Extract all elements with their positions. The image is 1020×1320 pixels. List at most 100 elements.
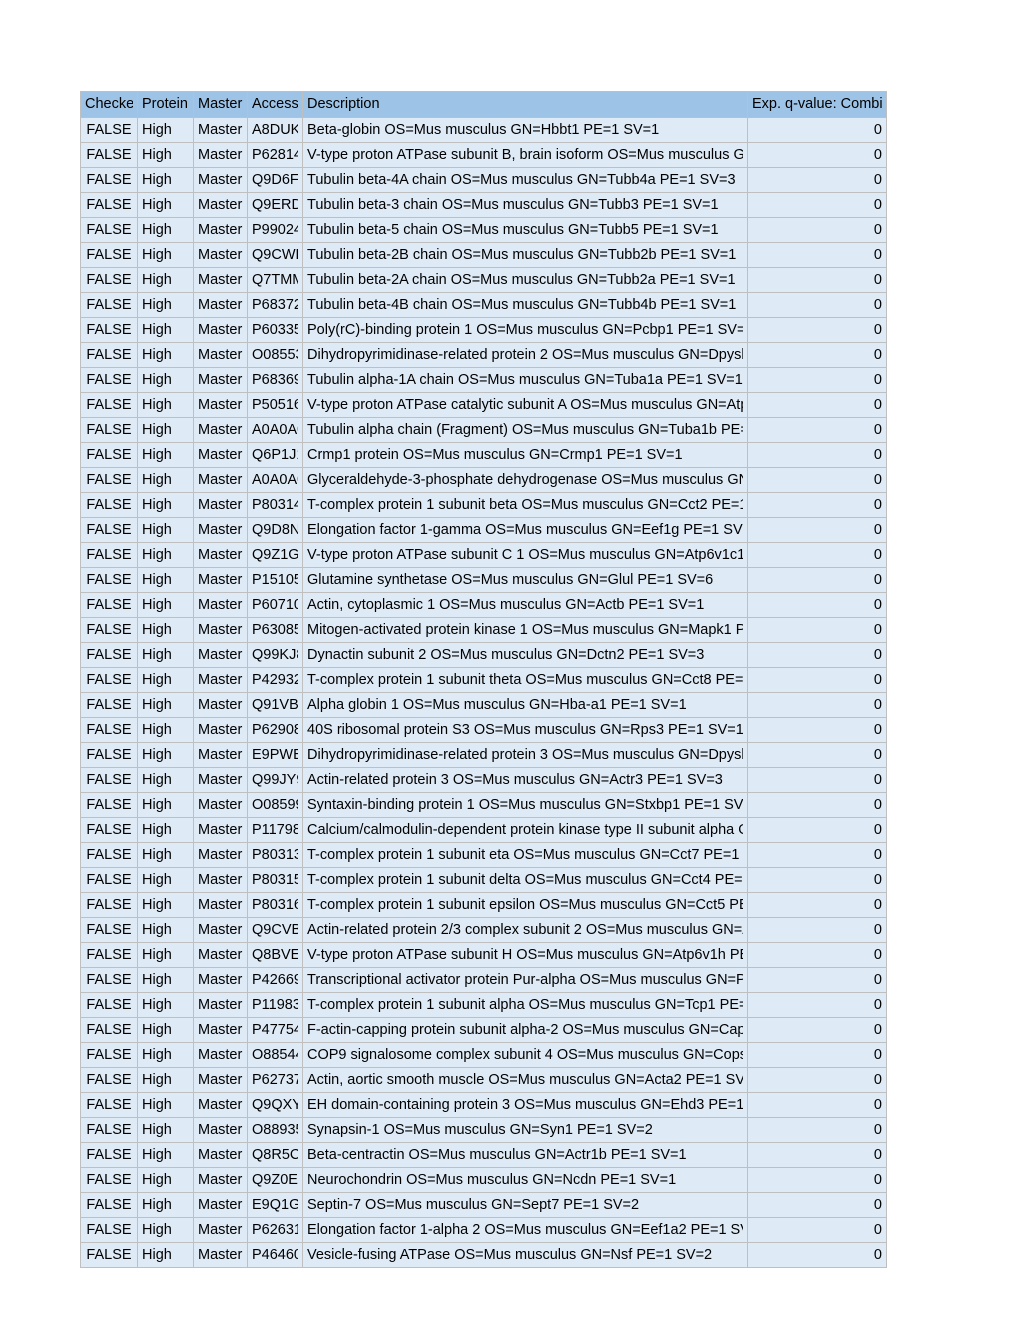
column-header-protein-fdr[interactable]: Protein FDR Confidence: Combined (137, 91, 194, 118)
cell-fdr[interactable]: High (137, 942, 194, 968)
cell-master[interactable]: Master Protein (193, 167, 248, 193)
column-header-checked[interactable]: Checked (80, 91, 138, 118)
table-row[interactable]: FALSE High Master Protein O08599 Syntaxin-bi… (80, 792, 887, 818)
cell-accession[interactable]: P15105 (247, 567, 303, 593)
cell-accession[interactable]: P62908 (247, 717, 303, 743)
cell-qval[interactable]: 0 (747, 1167, 887, 1193)
cell-desc[interactable]: Actin, cytoplasmic 1 OS=Mus musculus GN=… (302, 592, 748, 618)
cell-checked[interactable]: FALSE (80, 142, 138, 168)
cell-accession[interactable]: Q9QXY6 (247, 1092, 303, 1118)
cell-fdr[interactable]: High (137, 542, 194, 568)
cell-desc[interactable]: Transcriptional activator protein Pur-al… (302, 967, 748, 993)
cell-master[interactable]: Master Protein (193, 1092, 248, 1118)
cell-desc[interactable]: Beta-centractin OS=Mus musculus GN=Actr1… (302, 1142, 748, 1168)
cell-master[interactable]: Master Protein (193, 442, 248, 468)
cell-qval[interactable]: 0 (747, 642, 887, 668)
table-row[interactable]: FALSE High Master Protein P63085 Mitogen-act… (80, 617, 887, 643)
table-row[interactable]: FALSE High Master Protein Q9D6F9 Tubulin bet… (80, 167, 887, 193)
cell-accession[interactable]: P99024 (247, 217, 303, 243)
cell-qval[interactable]: 0 (747, 117, 887, 143)
cell-fdr[interactable]: High (137, 217, 194, 243)
cell-accession[interactable]: Q9Z0E0 (247, 1167, 303, 1193)
cell-accession[interactable]: P11983 (247, 992, 303, 1018)
cell-fdr[interactable]: High (137, 1142, 194, 1168)
table-row[interactable]: FALSE High Master Protein E9Q1G8 Septin-7 OS… (80, 1192, 887, 1218)
column-header-master[interactable]: Master (193, 91, 248, 118)
table-row[interactable]: FALSE High Master Protein Q9D8N0 Elongation … (80, 517, 887, 543)
cell-qval[interactable]: 0 (747, 417, 887, 443)
cell-desc[interactable]: V-type proton ATPase subunit C 1 OS=Mus … (302, 542, 748, 568)
cell-fdr[interactable]: High (137, 992, 194, 1018)
table-row[interactable]: FALSE High Master Protein P68372 Tubulin bet… (80, 292, 887, 318)
cell-desc[interactable]: Actin-related protein 2/3 complex subuni… (302, 917, 748, 943)
cell-desc[interactable]: Actin-related protein 3 OS=Mus musculus … (302, 767, 748, 793)
cell-checked[interactable]: FALSE (80, 492, 138, 518)
cell-accession[interactable]: P62631 (247, 1217, 303, 1243)
table-row[interactable]: FALSE High Master Protein E9PWE8 Dihydropyri… (80, 742, 887, 768)
cell-fdr[interactable]: High (137, 617, 194, 643)
cell-accession[interactable]: P80314 (247, 492, 303, 518)
cell-qval[interactable]: 0 (747, 467, 887, 493)
cell-accession[interactable]: P42932 (247, 667, 303, 693)
table-row[interactable]: FALSE High Master Protein P68369 Tubulin alp… (80, 367, 887, 393)
cell-checked[interactable]: FALSE (80, 692, 138, 718)
cell-checked[interactable]: FALSE (80, 742, 138, 768)
cell-master[interactable]: Master Protein (193, 817, 248, 843)
cell-master[interactable]: Master Protein (193, 917, 248, 943)
cell-master[interactable]: Master Protein (193, 892, 248, 918)
table-row[interactable]: FALSE High Master Protein Q9Z1G3 V-type prot… (80, 542, 887, 568)
cell-qval[interactable]: 0 (747, 667, 887, 693)
cell-accession[interactable]: Q8BVE3 (247, 942, 303, 968)
cell-fdr[interactable]: High (137, 192, 194, 218)
table-row[interactable]: FALSE High Master Protein O88544 COP9 signal… (80, 1042, 887, 1068)
cell-master[interactable]: Master Protein (193, 1117, 248, 1143)
cell-fdr[interactable]: High (137, 817, 194, 843)
cell-checked[interactable]: FALSE (80, 917, 138, 943)
table-row[interactable]: FALSE High Master Protein O88935 Synapsin-1 … (80, 1117, 887, 1143)
cell-checked[interactable]: FALSE (80, 217, 138, 243)
cell-qval[interactable]: 0 (747, 1042, 887, 1068)
cell-checked[interactable]: FALSE (80, 117, 138, 143)
cell-accession[interactable]: Q99JY9 (247, 767, 303, 793)
cell-qval[interactable]: 0 (747, 392, 887, 418)
cell-fdr[interactable]: High (137, 367, 194, 393)
cell-checked[interactable]: FALSE (80, 992, 138, 1018)
cell-checked[interactable]: FALSE (80, 1242, 138, 1268)
table-row[interactable]: FALSE High Master Protein Q91VB8 Alpha globi… (80, 692, 887, 718)
cell-qval[interactable]: 0 (747, 492, 887, 518)
cell-accession[interactable]: P68372 (247, 292, 303, 318)
cell-checked[interactable]: FALSE (80, 292, 138, 318)
cell-master[interactable]: Master Protein (193, 342, 248, 368)
cell-fdr[interactable]: High (137, 1242, 194, 1268)
cell-accession[interactable]: Q9D8N0 (247, 517, 303, 543)
table-row[interactable]: FALSE High Master Protein P11798 Calcium/cal… (80, 817, 887, 843)
table-row[interactable]: FALSE High Master Protein A8DUK4 Beta-globin… (80, 117, 887, 143)
cell-checked[interactable]: FALSE (80, 467, 138, 493)
cell-qval[interactable]: 0 (747, 692, 887, 718)
cell-fdr[interactable]: High (137, 767, 194, 793)
cell-desc[interactable]: Tubulin beta-4B chain OS=Mus musculus GN… (302, 292, 748, 318)
cell-fdr[interactable]: High (137, 142, 194, 168)
cell-master[interactable]: Master Protein (193, 517, 248, 543)
cell-fdr[interactable]: High (137, 342, 194, 368)
cell-desc[interactable]: V-type proton ATPase subunit H OS=Mus mu… (302, 942, 748, 968)
cell-desc[interactable]: Tubulin beta-2A chain OS=Mus musculus GN… (302, 267, 748, 293)
table-row[interactable]: FALSE High Master Protein P50516 V-type prot… (80, 392, 887, 418)
cell-desc[interactable]: T-complex protein 1 subunit theta OS=Mus… (302, 667, 748, 693)
cell-master[interactable]: Master Protein (193, 1192, 248, 1218)
cell-fdr[interactable]: High (137, 167, 194, 193)
cell-accession[interactable]: P80316 (247, 892, 303, 918)
cell-fdr[interactable]: High (137, 892, 194, 918)
cell-master[interactable]: Master Protein (193, 417, 248, 443)
cell-fdr[interactable]: High (137, 242, 194, 268)
table-row[interactable]: FALSE High Master Protein Q99JY9 Actin-relat… (80, 767, 887, 793)
cell-master[interactable]: Master Protein (193, 1217, 248, 1243)
table-row[interactable]: FALSE High Master Protein P11983 T-complex p… (80, 992, 887, 1018)
cell-checked[interactable]: FALSE (80, 1142, 138, 1168)
cell-qval[interactable]: 0 (747, 317, 887, 343)
cell-qval[interactable]: 0 (747, 142, 887, 168)
cell-fdr[interactable]: High (137, 517, 194, 543)
cell-qval[interactable]: 0 (747, 1092, 887, 1118)
cell-master[interactable]: Master Protein (193, 292, 248, 318)
cell-qval[interactable]: 0 (747, 842, 887, 868)
